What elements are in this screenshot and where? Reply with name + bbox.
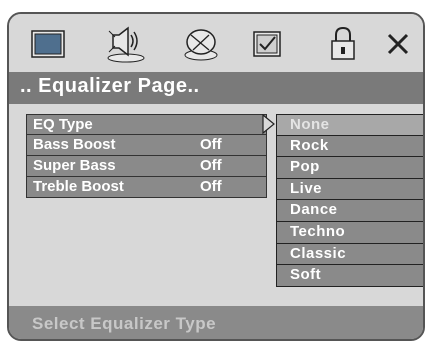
option-dance[interactable]: Dance: [276, 200, 423, 222]
menu-item-label: Treble Boost: [33, 178, 124, 195]
menu-item-bass-boost[interactable]: Bass Boost Off: [26, 135, 267, 156]
toolbar: [9, 14, 423, 72]
menu-item-label: EQ Type: [33, 116, 93, 133]
status-text: Select Equalizer Type: [32, 314, 217, 333]
menu-item-label: Bass Boost: [33, 136, 116, 153]
option-pop[interactable]: Pop: [276, 157, 423, 179]
speaker-icon[interactable]: [104, 24, 148, 64]
submenu-arrow-icon: [262, 113, 276, 135]
lock-icon[interactable]: [321, 24, 365, 64]
menu-item-value: Off: [200, 178, 222, 195]
checkbox-icon[interactable]: [245, 24, 289, 64]
menu-item-value: Off: [200, 136, 222, 153]
disc-icon[interactable]: [179, 24, 223, 64]
option-techno[interactable]: Techno: [276, 221, 423, 244]
option-none[interactable]: None: [276, 114, 423, 136]
menu-item-super-bass[interactable]: Super Bass Off: [26, 156, 267, 177]
option-rock[interactable]: Rock: [276, 135, 423, 158]
menu-item-label: Super Bass: [33, 157, 116, 174]
settings-panel: EQ Type Bass Boost Off Super Bass Off Tr…: [9, 104, 423, 306]
osd-window: .. Equalizer Page.. EQ Type Bass Boost O…: [7, 12, 425, 341]
tv-icon[interactable]: [26, 24, 70, 64]
menu-item-treble-boost[interactable]: Treble Boost Off: [26, 177, 267, 198]
option-soft[interactable]: Soft: [276, 265, 423, 287]
menu-item-value: Off: [200, 157, 222, 174]
option-classic[interactable]: Classic: [276, 243, 423, 266]
eq-type-options: None Rock Pop Live Dance Techno Classic …: [276, 114, 423, 287]
menu-item-eq-type[interactable]: EQ Type: [26, 114, 267, 135]
equalizer-menu: EQ Type Bass Boost Off Super Bass Off Tr…: [26, 114, 267, 198]
status-bar: Select Equalizer Type: [9, 306, 423, 339]
page-title: .. Equalizer Page..: [20, 75, 200, 97]
close-icon[interactable]: [376, 24, 420, 64]
page-title-bar: .. Equalizer Page..: [9, 72, 423, 104]
option-live[interactable]: Live: [276, 178, 423, 201]
